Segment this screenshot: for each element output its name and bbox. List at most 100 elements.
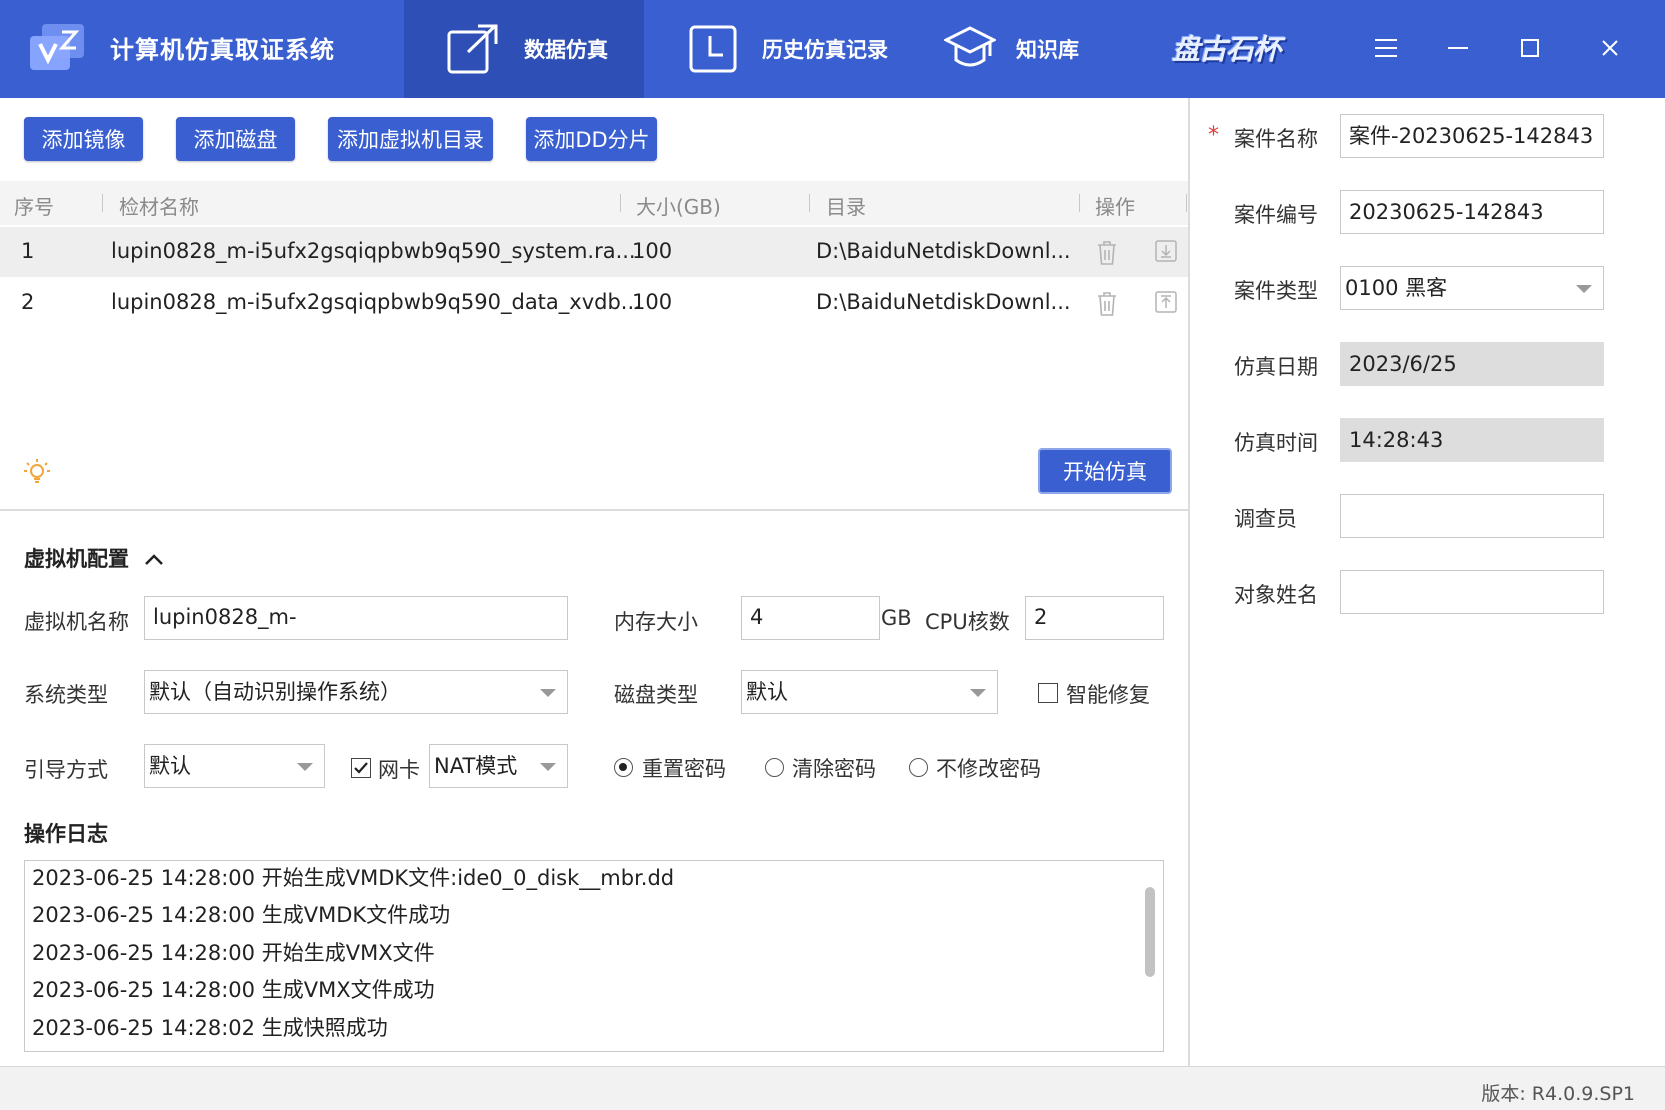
trash-icon[interactable] [1096, 240, 1118, 271]
simulation-time-label: 仿真时间 [1234, 431, 1318, 455]
memory-label: 内存大小 [614, 610, 698, 634]
move-down-icon[interactable] [1155, 240, 1177, 267]
move-up-icon[interactable] [1155, 291, 1177, 318]
vm-config-title[interactable]: 虚拟机配置 [24, 543, 164, 573]
tab-label: 数据仿真 [524, 38, 608, 62]
tab-data-simulation[interactable]: 数据仿真 [404, 0, 644, 98]
clock-icon [689, 25, 737, 73]
menu-icon[interactable] [1368, 30, 1404, 66]
disk-type-select[interactable]: 默认 [741, 670, 998, 714]
table-row[interactable]: 2 lupin0828_m-i5ufx2gsqiqpbwb9q590_data_… [0, 278, 1188, 328]
version-label: 版本: R4.0.9.SP1 [1481, 1083, 1635, 1105]
nic-label: 网卡 [378, 758, 420, 782]
chevron-down-icon [1576, 285, 1592, 293]
checkmark-icon [354, 762, 368, 774]
subject-name-input[interactable] [1340, 570, 1604, 614]
operation-log[interactable]: 2023-06-25 14:28:00 开始生成VMDK文件:ide0_0_di… [24, 860, 1164, 1052]
add-disk-button[interactable]: 添加磁盘 [176, 117, 295, 161]
lightbulb-icon[interactable] [24, 458, 50, 491]
log-line: 2023-06-25 14:28:00 开始生成VMX文件 [32, 941, 435, 965]
clear-password-label: 清除密码 [792, 757, 876, 781]
memory-input[interactable]: 4 [741, 596, 880, 640]
app-logo-icon [28, 22, 86, 74]
chevron-up-icon [145, 554, 164, 565]
export-icon [447, 24, 498, 74]
case-info-panel: * 案件名称 案件-20230625-142843 案件编号 20230625-… [1190, 98, 1665, 1066]
row-size: 100 [632, 290, 673, 314]
graduation-cap-icon [944, 26, 996, 67]
row-name: lupin0828_m-i5ufx2gsqiqpbwb9q590_data_xv… [111, 290, 641, 314]
case-type-label: 案件类型 [1234, 279, 1318, 303]
table-row[interactable]: 1 lupin0828_m-i5ufx2gsqiqpbwb9q590_syste… [0, 227, 1188, 277]
cpu-label: CPU核数 [925, 610, 1010, 634]
case-name-label: 案件名称 [1234, 127, 1318, 151]
add-image-button[interactable]: 添加镜像 [24, 117, 143, 161]
left-panel: 添加镜像 添加磁盘 添加虚拟机目录 添加DD分片 序号 检材名称 大小(GB) … [0, 98, 1188, 1066]
tab-label: 历史仿真记录 [762, 38, 888, 62]
simulation-date-label: 仿真日期 [1234, 355, 1318, 379]
simulation-time-field: 14:28:43 [1340, 418, 1604, 462]
nic-mode-select[interactable]: NAT模式 [429, 744, 568, 788]
boot-mode-select[interactable]: 默认 [144, 744, 325, 788]
row-directory: D:\BaiduNetdiskDownl... [816, 239, 1071, 263]
divider [0, 509, 1188, 511]
smart-repair-checkbox[interactable] [1038, 683, 1058, 703]
simulation-date-field: 2023/6/25 [1340, 342, 1604, 386]
os-type-select[interactable]: 默认（自动识别操作系统） [144, 670, 568, 714]
chevron-down-icon [540, 689, 556, 697]
smart-repair-label: 智能修复 [1066, 683, 1150, 707]
reset-password-radio[interactable] [614, 758, 633, 777]
nic-checkbox[interactable] [351, 758, 371, 778]
memory-unit: GB [881, 606, 912, 630]
boot-mode-label: 引导方式 [24, 758, 108, 782]
title-bar: 计算机仿真取证系统 数据仿真 历史仿真记录 知识库 盘古石杯 [0, 0, 1665, 98]
log-line: 2023-06-25 14:28:00 生成VMX文件成功 [32, 978, 435, 1002]
reset-password-label: 重置密码 [642, 757, 726, 781]
row-index: 1 [21, 239, 35, 263]
required-marker: * [1208, 123, 1219, 148]
add-vm-directory-button[interactable]: 添加虚拟机目录 [328, 117, 493, 161]
row-size: 100 [632, 239, 673, 263]
close-icon[interactable] [1592, 30, 1628, 66]
trash-icon[interactable] [1096, 291, 1118, 322]
log-line: 2023-06-25 14:28:00 开始生成VMDK文件:ide0_0_di… [32, 866, 675, 890]
add-dd-split-button[interactable]: 添加DD分片 [526, 117, 657, 161]
nic-mode-value: NAT模式 [434, 754, 518, 778]
disk-type-label: 磁盘类型 [614, 683, 698, 707]
status-bar: 版本: R4.0.9.SP1 [0, 1066, 1665, 1110]
evidence-table-header: 序号 检材名称 大小(GB) 目录 操作 [0, 181, 1188, 225]
minimize-icon[interactable] [1440, 30, 1476, 66]
cpu-cores-input[interactable]: 2 [1025, 596, 1164, 640]
os-type-label: 系统类型 [24, 683, 108, 707]
case-number-input[interactable]: 20230625-142843 [1340, 190, 1604, 234]
log-line: 2023-06-25 14:28:02 生成快照成功 [32, 1016, 388, 1040]
app-title: 计算机仿真取证系统 [110, 36, 335, 64]
operation-log-title: 操作日志 [24, 822, 108, 846]
column-header-index: 序号 [14, 195, 54, 219]
clear-password-radio[interactable] [765, 758, 784, 777]
keep-password-radio[interactable] [909, 758, 928, 777]
case-type-select[interactable]: 0100 黑客 [1340, 266, 1604, 310]
column-header-actions: 操作 [1095, 195, 1135, 219]
row-name: lupin0828_m-i5ufx2gsqiqpbwb9q590_system.… [111, 239, 636, 263]
case-number-label: 案件编号 [1234, 203, 1318, 227]
maximize-icon[interactable] [1512, 30, 1548, 66]
chevron-down-icon [297, 763, 313, 771]
log-scrollbar[interactable] [1145, 887, 1155, 977]
row-directory: D:\BaiduNetdiskDownl... [816, 290, 1071, 314]
disk-type-value: 默认 [746, 680, 788, 704]
start-simulation-button[interactable]: 开始仿真 [1038, 448, 1172, 494]
chevron-down-icon [540, 763, 556, 771]
tab-knowledge-base[interactable]: 知识库 [944, 0, 1079, 98]
column-header-size: 大小(GB) [636, 195, 721, 219]
chevron-down-icon [970, 689, 986, 697]
log-line: 2023-06-25 14:28:00 生成VMDK文件成功 [32, 903, 451, 927]
case-type-value: 0100 黑客 [1345, 276, 1448, 300]
keep-password-label: 不修改密码 [936, 757, 1041, 781]
row-index: 2 [21, 290, 35, 314]
vm-name-label: 虚拟机名称 [24, 610, 129, 634]
investigator-input[interactable] [1340, 494, 1604, 538]
tab-history[interactable]: 历史仿真记录 [688, 0, 888, 98]
vm-name-input[interactable]: lupin0828_m- [144, 596, 568, 640]
case-name-input[interactable]: 案件-20230625-142843 [1340, 114, 1604, 158]
